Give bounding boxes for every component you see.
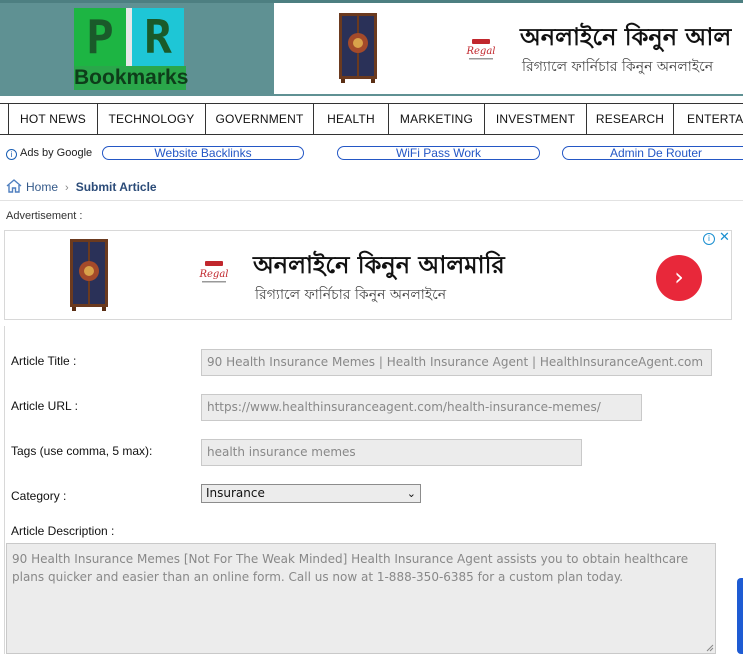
header-ad-subtitle: রিগ্যালে ফার্নিচার কিনুন অনলাইনে: [522, 59, 714, 75]
main-nav: HOT NEWS TECHNOLOGY GOVERNMENT HEALTH MA…: [0, 103, 743, 135]
nav-item-marketing[interactable]: MARKETING: [388, 104, 484, 134]
ad-info-icon[interactable]: i: [703, 233, 715, 245]
header-ad-banner[interactable]: Regal অনলাইনে কিনুন আল রিগ্যালে ফার্নিচা…: [274, 3, 743, 94]
display-ad-title: অনলাইনে কিনুন আলমারি: [253, 251, 505, 279]
nav-item-hot-news[interactable]: HOT NEWS: [8, 104, 97, 134]
breadcrumb: Home › Submit Article: [6, 178, 157, 196]
category-label: Category :: [11, 489, 67, 503]
display-ad-banner[interactable]: Regal অনলাইনে কিনুন আলমারি রিগ্যালে ফার্…: [4, 230, 732, 320]
info-icon: i: [6, 149, 17, 160]
display-ad-subtitle: রিগ্যালে ফার্নিচার কিনুন অনলাইনে: [255, 287, 447, 303]
advertisement-label: Advertisement :: [6, 210, 83, 222]
ad-link-wifi-pass-work[interactable]: WiFi Pass Work: [337, 146, 540, 160]
site-header: P R Bookmarks Regal অনলাইনে কিনুন আল রিগ…: [0, 0, 743, 96]
tags-label: Tags (use comma, 5 max):: [11, 444, 153, 458]
nav-item-health[interactable]: HEALTH: [313, 104, 388, 134]
ad-link-admin-de-router[interactable]: Admin De Router: [562, 146, 743, 160]
logo-wordmark: Bookmarks: [74, 66, 189, 90]
regal-logo: Regal: [466, 39, 496, 60]
site-logo[interactable]: P R Bookmarks: [74, 8, 189, 90]
tags-input[interactable]: health insurance memes: [201, 439, 582, 466]
article-url-label: Article URL :: [11, 399, 78, 413]
breadcrumb-divider: [0, 200, 743, 201]
wardrobe-image: [70, 239, 108, 311]
article-title-input[interactable]: 90 Health Insurance Memes | Health Insur…: [201, 349, 712, 376]
ad-arrow-button[interactable]: ›: [656, 255, 702, 301]
header-ad-title: অনলাইনে কিনুন আল: [520, 23, 732, 51]
svg-text:Regal: Regal: [466, 46, 496, 57]
chevron-down-icon: ⌄: [406, 487, 416, 500]
nav-item-government[interactable]: GOVERNMENT: [205, 104, 313, 134]
nav-item-investment[interactable]: INVESTMENT: [484, 104, 586, 134]
ads-by-google[interactable]: i Ads by Google: [6, 145, 92, 161]
ads-by-google-label: Ads by Google: [20, 147, 93, 159]
nav-item-research[interactable]: RESEARCH: [586, 104, 673, 134]
category-select[interactable]: Insurance ⌄: [201, 484, 421, 503]
regal-logo: Regal: [198, 261, 229, 283]
breadcrumb-current: Submit Article: [75, 180, 157, 194]
article-description-text: 90 Health Insurance Memes [Not For The W…: [12, 552, 689, 584]
breadcrumb-separator: ›: [65, 182, 69, 194]
ad-links-row: i Ads by Google Website Backlinks WiFi Pa…: [6, 145, 743, 161]
nav-item-technology[interactable]: TECHNOLOGY: [97, 104, 205, 134]
floating-button-edge[interactable]: [737, 578, 743, 654]
ad-close-icon[interactable]: ✕: [719, 231, 730, 245]
logo-letter-r: R: [132, 8, 184, 66]
resize-grip-icon[interactable]: [706, 644, 714, 652]
wardrobe-image: [339, 13, 377, 83]
article-url-input[interactable]: https://www.healthinsuranceagent.com/hea…: [201, 394, 642, 421]
category-selected-value: Insurance: [206, 486, 265, 500]
nav-item-entertainment[interactable]: ENTERTAIN: [673, 104, 743, 134]
page: P R Bookmarks Regal অনলাইনে কিনুন আল রিগ…: [0, 0, 743, 654]
article-title-label: Article Title :: [11, 354, 77, 368]
nav-gap: [0, 104, 8, 134]
logo-letter-p: P: [74, 8, 126, 66]
article-description-label: Article Description :: [11, 524, 115, 538]
breadcrumb-home[interactable]: Home: [26, 180, 58, 194]
home-icon[interactable]: [6, 179, 22, 193]
article-description-textarea[interactable]: 90 Health Insurance Memes [Not For The W…: [6, 543, 716, 654]
ad-link-website-backlinks[interactable]: Website Backlinks: [102, 146, 304, 160]
svg-text:Regal: Regal: [198, 269, 228, 280]
